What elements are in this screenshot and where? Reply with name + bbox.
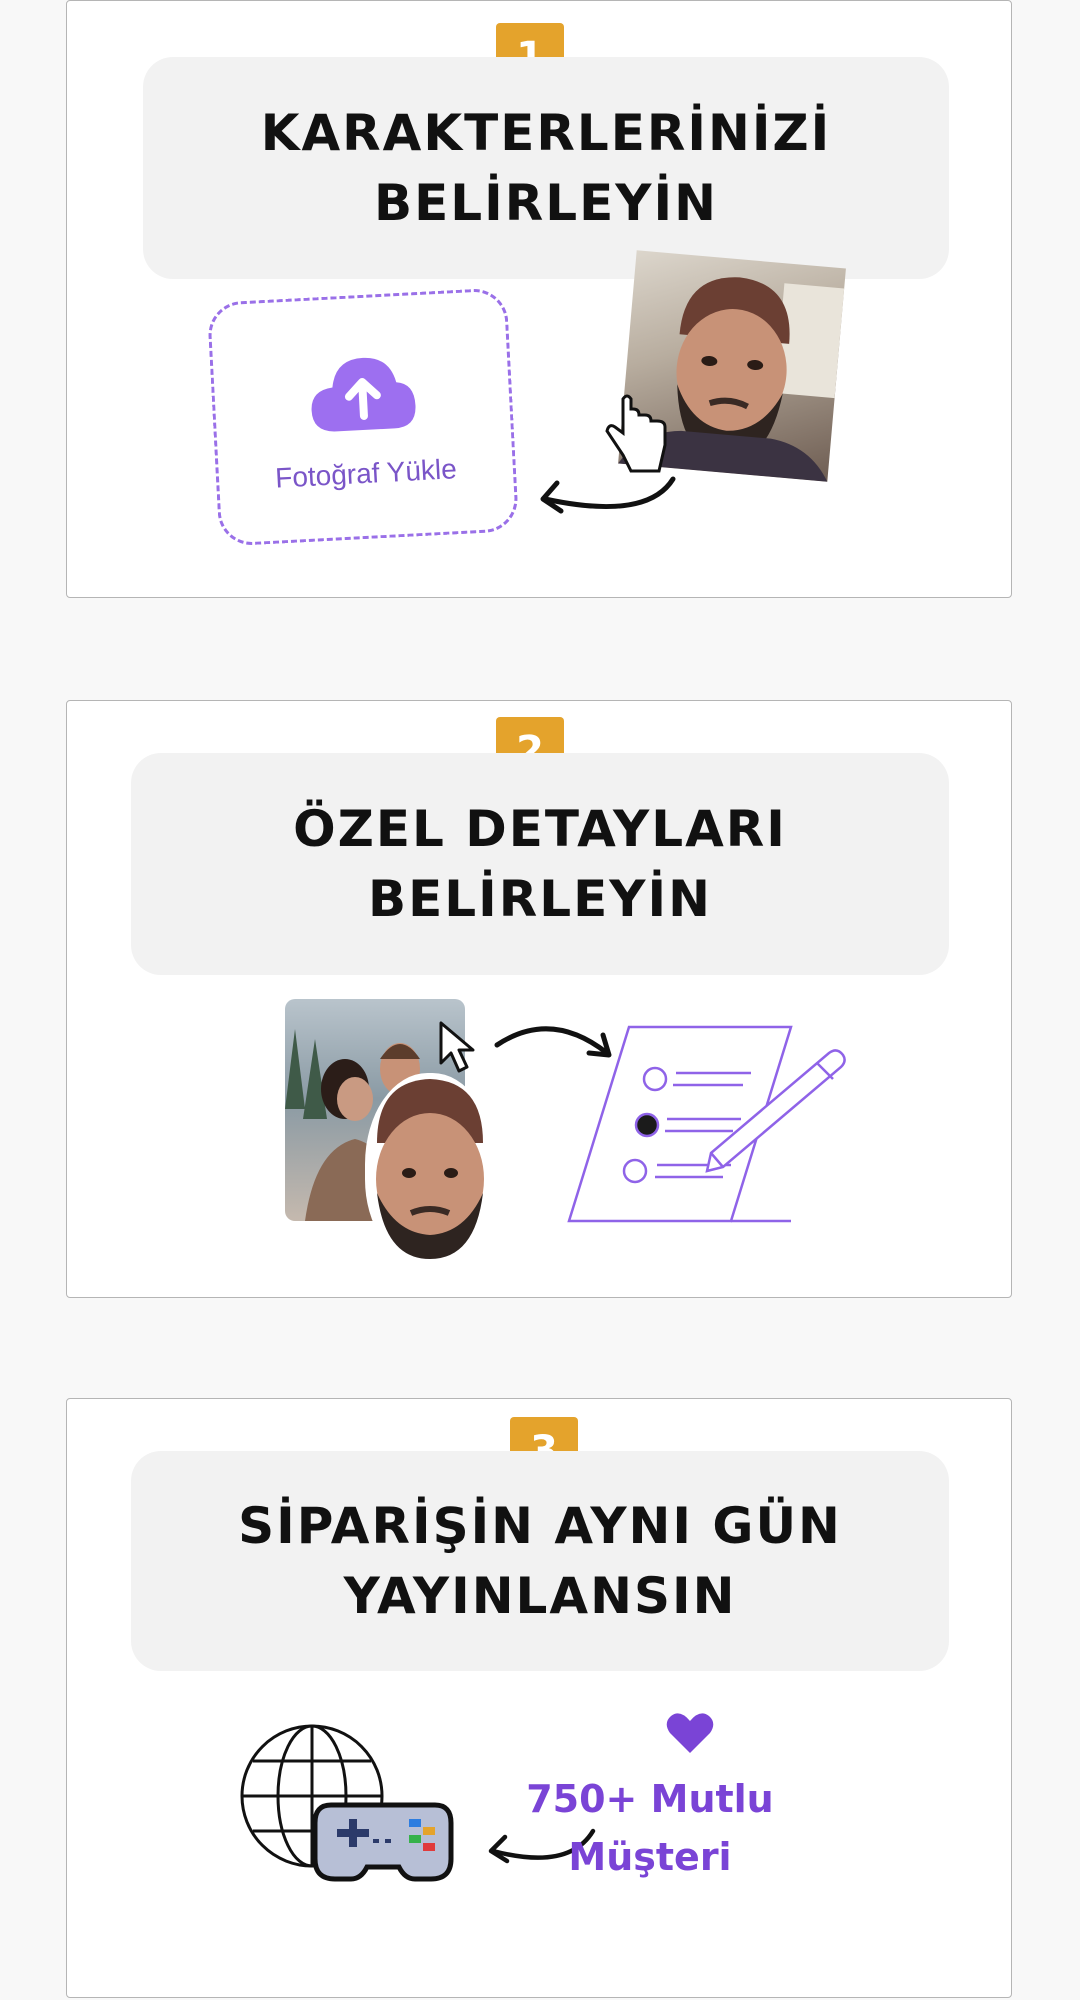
step-card-2: 2 ÖZEL DETAYLARI BELİRLEYİN (66, 700, 1012, 1298)
cloud-upload-icon (311, 357, 416, 432)
curved-arrow-icon (540, 476, 676, 514)
gamepad-icon (312, 1802, 454, 1882)
man-face-cutout-graphic (376, 1079, 484, 1259)
face-cutout (365, 1073, 495, 1263)
photo-upload-dropzone[interactable]: Fotoğraf Yükle (206, 287, 520, 547)
form-document-icon (567, 1025, 846, 1223)
step-title-box: SİPARİŞİN AYNI GÜN YAYINLANSIN (131, 1451, 949, 1671)
step-card-3: 3 SİPARİŞİN AYNI GÜN YAYINLANSIN (66, 1398, 1012, 1998)
step-title: ÖZEL DETAYLARI BELİRLEYİN (293, 800, 787, 928)
step-title-box: KARAKTERLERİNİZİ BELİRLEYİN (143, 57, 949, 279)
hand-pointer-icon (605, 394, 667, 473)
step-card-1: 1 KARAKTERLERİNİZİ BELİRLEYİN Fotoğraf Y… (66, 0, 1012, 598)
upload-label: Fotoğraf Yükle (274, 453, 458, 494)
mouse-cursor-icon (439, 1021, 475, 1073)
step-title: SİPARİŞİN AYNI GÜN YAYINLANSIN (238, 1497, 842, 1625)
step-title: KARAKTERLERİNİZİ BELİRLEYİN (260, 104, 832, 232)
heart-icon (666, 1713, 714, 1753)
step-title-box: ÖZEL DETAYLARI BELİRLEYİN (131, 753, 949, 975)
happy-customers-stat: 750+ Mutlu Müşteri (526, 1777, 774, 1879)
